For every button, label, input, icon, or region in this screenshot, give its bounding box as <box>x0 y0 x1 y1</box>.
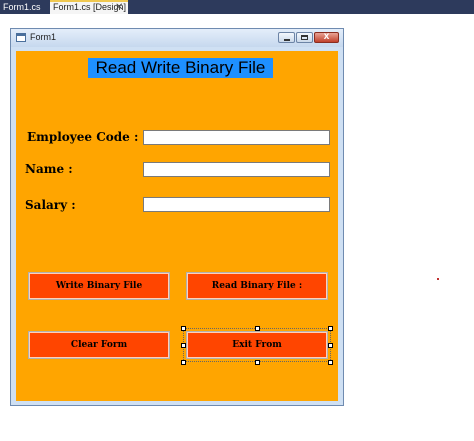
read-binary-file-button[interactable]: Read Binary File : <box>186 272 328 300</box>
resize-handle-bottom-right[interactable] <box>328 360 333 365</box>
form-window: Form1 x Read Write Binary File Employee … <box>10 28 344 406</box>
resize-handle-top[interactable] <box>255 326 260 331</box>
employee-code-input[interactable] <box>143 130 330 145</box>
close-tab-icon[interactable]: ✕ <box>115 2 123 13</box>
window-app-icon <box>16 33 26 42</box>
resize-handle-top-left[interactable] <box>181 326 186 331</box>
window-titlebar[interactable]: Form1 x <box>11 29 343 47</box>
resize-handle-top-right[interactable] <box>328 326 333 331</box>
name-input[interactable] <box>143 162 330 177</box>
resize-handle-right[interactable] <box>328 343 333 348</box>
resize-handle-bottom-left[interactable] <box>181 360 186 365</box>
form-client-area: Read Write Binary File Employee Code : N… <box>16 51 338 401</box>
document-tab-strip: Form1.cs Form1.cs [Design] ✕ <box>0 0 474 14</box>
maximize-button[interactable] <box>296 32 313 43</box>
close-window-button[interactable]: x <box>314 31 339 43</box>
window-title: Form1 <box>30 32 57 42</box>
name-label: Name : <box>25 162 73 176</box>
exit-form-button[interactable]: Exit From <box>186 331 328 359</box>
minimize-button[interactable] <box>278 32 295 43</box>
resize-handle-left[interactable] <box>181 343 186 348</box>
salary-label: Salary : <box>25 198 76 212</box>
employee-code-label: Employee Code : <box>27 130 139 144</box>
salary-input[interactable] <box>143 197 330 212</box>
form-heading: Read Write Binary File <box>88 58 273 78</box>
write-binary-file-button[interactable]: Write Binary File <box>28 272 170 300</box>
tab-form1-design[interactable]: Form1.cs [Design] ✕ <box>50 0 128 14</box>
stray-marker <box>437 278 439 280</box>
tab-form1-cs[interactable]: Form1.cs <box>0 0 48 14</box>
close-icon: x <box>323 31 330 42</box>
tab-label: Form1.cs <box>3 2 41 12</box>
clear-form-button[interactable]: Clear Form <box>28 331 170 359</box>
resize-handle-bottom[interactable] <box>255 360 260 365</box>
